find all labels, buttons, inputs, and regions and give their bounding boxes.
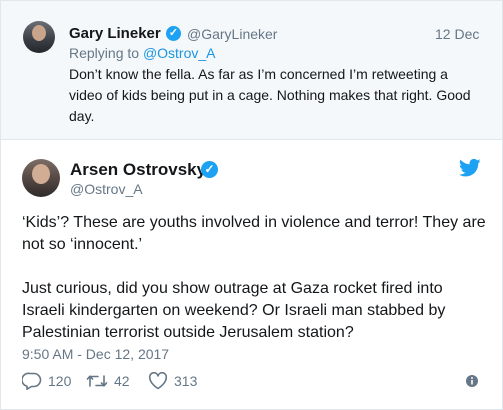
author-handle[interactable]: @Ostrov_A (70, 181, 143, 197)
heart-icon (148, 372, 168, 390)
avatar[interactable] (23, 21, 55, 53)
reply-icon (22, 372, 42, 390)
retweet-count: 42 (114, 373, 130, 389)
info-button[interactable] (465, 374, 479, 388)
divider (1, 139, 502, 140)
reply-count: 120 (48, 373, 72, 389)
verified-badge-icon: ✓ (166, 26, 181, 41)
tweet-paragraph: Just curious, did you show outrage at Ga… (22, 280, 446, 341)
replying-prefix: Replying to (69, 45, 143, 61)
reply-button[interactable]: 120 (22, 372, 71, 390)
tweet-date[interactable]: 12 Dec (435, 26, 479, 42)
author-handle[interactable]: @GaryLineker (187, 26, 277, 42)
like-count: 313 (174, 373, 198, 389)
author-name[interactable]: Arsen Ostrovsky (70, 160, 206, 180)
tweet-card: Gary Lineker ✓ @GaryLineker 12 Dec Reply… (0, 0, 503, 410)
reply-text: Don’t know the fella. As far as I’m conc… (69, 66, 471, 124)
tweet-actions: 120 42 313 (22, 372, 482, 392)
twitter-bird-icon[interactable] (459, 158, 481, 178)
info-icon (466, 375, 478, 387)
like-button[interactable]: 313 (148, 372, 197, 390)
verified-badge-icon: ✓ (201, 161, 218, 178)
replying-to-link[interactable]: @Ostrov_A (143, 45, 216, 61)
reply-tweet[interactable]: Gary Lineker ✓ @GaryLineker 12 Dec Reply… (1, 1, 502, 139)
avatar[interactable] (22, 159, 60, 197)
retweet-button[interactable]: 42 (86, 372, 130, 390)
tweet-timestamp[interactable]: 9:50 AM - Dec 12, 2017 (22, 346, 169, 362)
author-name[interactable]: Gary Lineker (69, 25, 161, 42)
tweet-text: ‘Kids’? These are youths involved in vio… (22, 212, 487, 344)
replying-to: Replying to @Ostrov_A (69, 45, 216, 61)
tweet-paragraph: ‘Kids’? These are youths involved in vio… (22, 214, 486, 253)
retweet-icon (86, 375, 108, 387)
